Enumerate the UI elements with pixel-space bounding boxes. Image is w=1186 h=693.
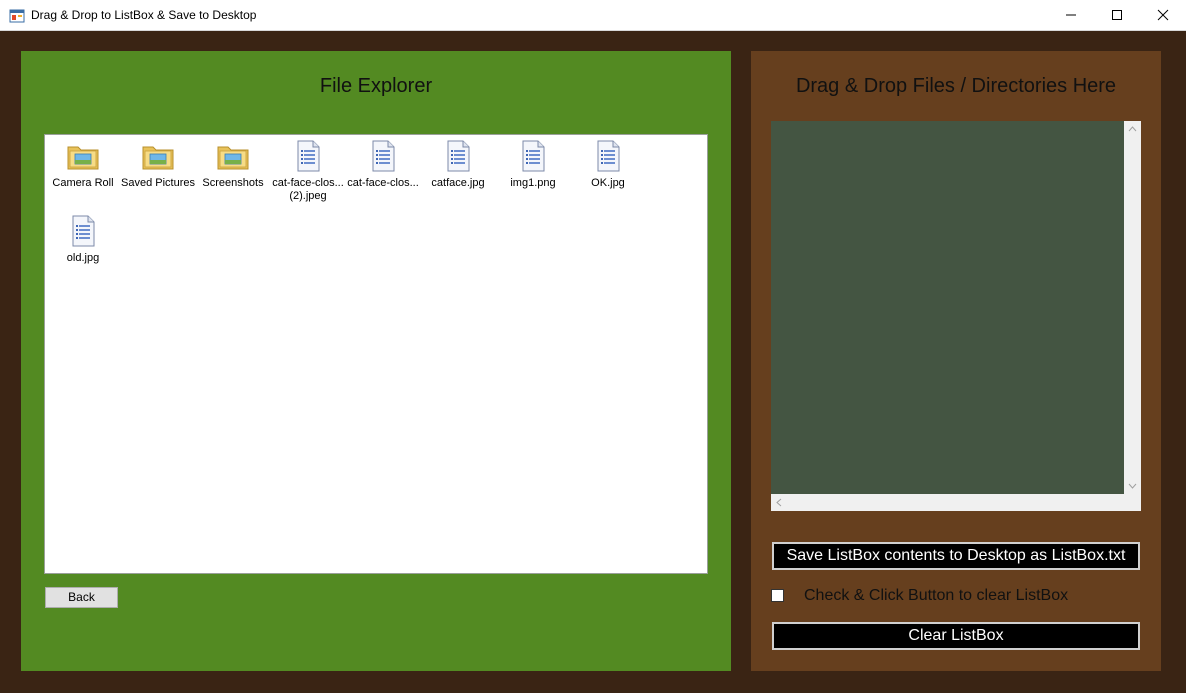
back-button[interactable]: Back <box>45 587 118 608</box>
file-explorer-view[interactable]: Camera Roll Saved Pictures Screenshots cat-… <box>44 134 708 574</box>
scroll-left-arrow-icon[interactable] <box>776 498 782 507</box>
file-item[interactable]: old.jpg <box>45 214 121 265</box>
folder-icon <box>67 146 99 170</box>
title-bar: Drag & Drop to ListBox & Save to Desktop <box>0 0 1186 31</box>
file-item[interactable]: Saved Pictures <box>120 139 196 190</box>
save-listbox-button[interactable]: Save ListBox contents to Desktop as List… <box>772 542 1140 570</box>
file-item[interactable]: Camera Roll <box>45 139 121 190</box>
folder-icon <box>142 146 174 170</box>
document-icon <box>522 140 545 172</box>
file-explorer-title: File Explorer <box>319 75 433 97</box>
file-item[interactable]: catface.jpg <box>420 139 496 190</box>
close-button[interactable] <box>1140 0 1186 30</box>
window-title: Drag & Drop to ListBox & Save to Desktop <box>31 8 257 22</box>
vertical-scrollbar[interactable] <box>1124 121 1141 494</box>
document-icon <box>597 140 620 172</box>
close-icon <box>1157 9 1169 21</box>
document-icon <box>372 140 395 172</box>
app-form-icon <box>9 9 25 23</box>
file-item-label: catface.jpg <box>431 177 485 189</box>
minimize-button[interactable] <box>1048 0 1094 30</box>
file-item[interactable]: img1.png <box>495 139 571 190</box>
file-item-label: Camera Roll <box>52 177 114 189</box>
document-icon <box>297 140 320 172</box>
scroll-down-arrow-icon[interactable] <box>1128 483 1137 489</box>
drop-panel-title: Drag & Drop Files / Directories Here <box>795 75 1117 97</box>
file-item-label: cat-face-clos... <box>347 177 419 189</box>
file-item-label: old.jpg <box>66 252 100 264</box>
minimize-icon <box>1066 14 1076 16</box>
clear-confirm-label: Check & Click Button to clear ListBox <box>804 587 1069 604</box>
horizontal-scrollbar[interactable] <box>771 494 1124 511</box>
file-item[interactable]: OK.jpg <box>570 139 646 190</box>
file-item-label: img1.png <box>510 177 556 189</box>
maximize-icon <box>1112 10 1122 20</box>
document-icon <box>72 215 95 247</box>
file-item[interactable]: cat-face-clos... (2).jpeg <box>270 139 346 203</box>
file-item[interactable]: Screenshots <box>195 139 271 190</box>
maximize-button[interactable] <box>1094 0 1140 30</box>
scroll-up-arrow-icon[interactable] <box>1128 126 1137 132</box>
file-item-label: OK.jpg <box>591 177 625 189</box>
file-item-label: cat-face-clos... (2).jpeg <box>272 177 344 202</box>
file-item-label: Saved Pictures <box>121 177 195 189</box>
document-icon <box>447 140 470 172</box>
clear-listbox-button[interactable]: Clear ListBox <box>772 622 1140 650</box>
clear-confirm-checkbox[interactable] <box>771 589 784 602</box>
folder-icon <box>217 146 249 170</box>
file-item[interactable]: cat-face-clos... <box>345 139 421 190</box>
drop-listbox[interactable] <box>771 121 1141 511</box>
file-item-label: Screenshots <box>202 177 264 189</box>
scrollbar-corner <box>1124 494 1141 511</box>
